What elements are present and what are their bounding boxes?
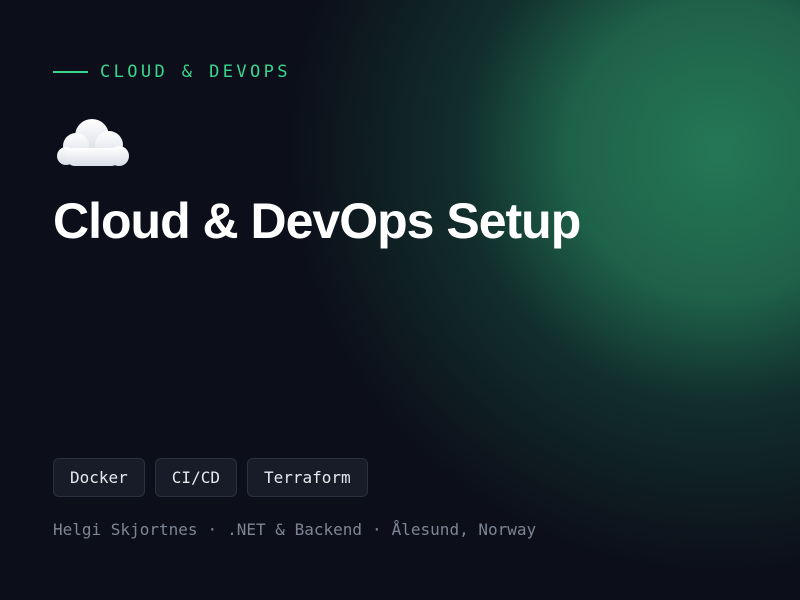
author-footer: Helgi Skjortnes · .NET & Backend · Ålesu… — [53, 518, 536, 542]
social-card: CLOUD & DEVOPS Cloud & DevOps Setup Dock… — [0, 0, 800, 600]
eyebrow-line — [53, 71, 88, 73]
separator-dot: · — [207, 520, 218, 539]
tag-list: Docker CI/CD Terraform — [53, 458, 368, 497]
page-title: Cloud & DevOps Setup — [53, 193, 581, 249]
tag-docker: Docker — [53, 458, 145, 497]
author-location: Ålesund, Norway — [391, 520, 537, 539]
card-content: CLOUD & DEVOPS Cloud & DevOps Setup Dock… — [0, 0, 800, 600]
category-eyebrow: CLOUD & DEVOPS — [53, 60, 291, 84]
cloud-icon — [57, 119, 129, 166]
category-label: CLOUD & DEVOPS — [100, 62, 291, 82]
tag-terraform: Terraform — [246, 458, 368, 497]
author-role: .NET & Backend — [227, 520, 362, 539]
author-name: Helgi Skjortnes — [53, 520, 198, 539]
tag-ci-cd: CI/CD — [154, 458, 237, 497]
separator-dot: · — [372, 520, 382, 539]
